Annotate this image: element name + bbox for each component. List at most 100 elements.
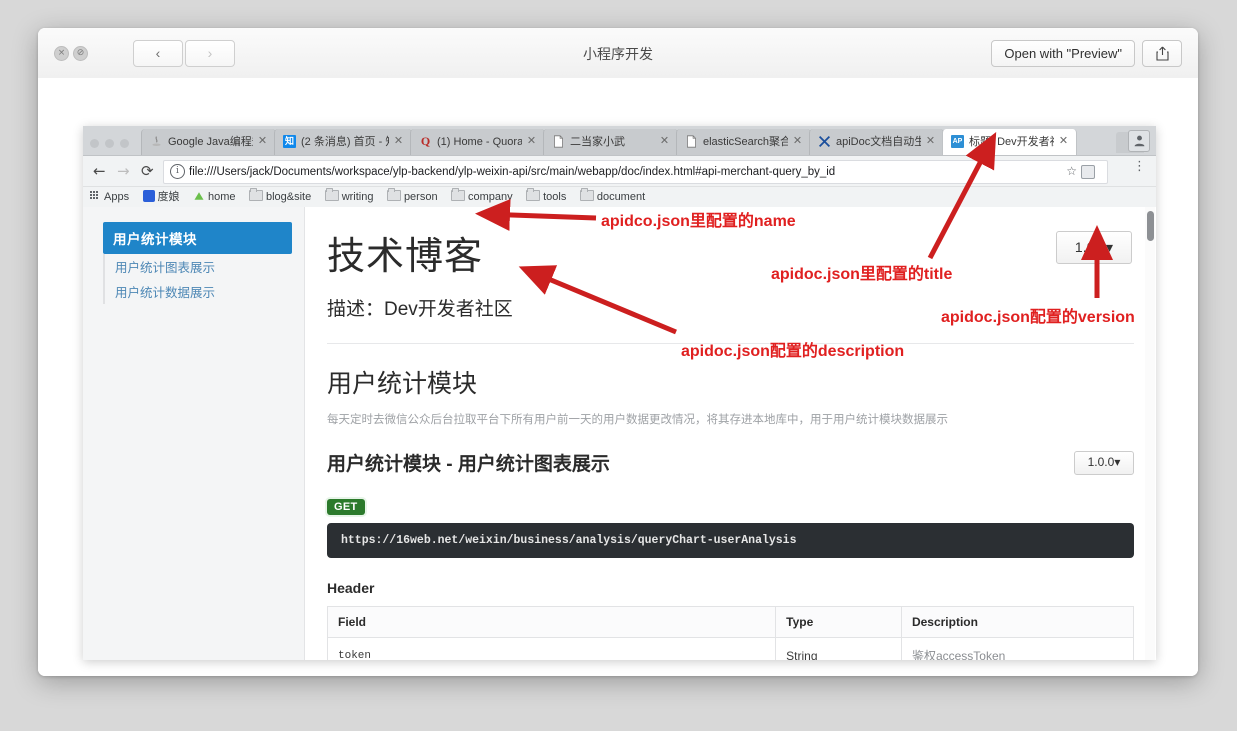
cell-field: token — [326, 637, 777, 660]
table-header-row: Field Type Description — [326, 606, 1135, 639]
home-icon — [194, 192, 204, 200]
tab-close-icon[interactable]: ✕ — [525, 134, 538, 147]
back-icon[interactable]: ← — [93, 162, 106, 180]
bookmark-label: document — [596, 191, 646, 203]
column-field: Field — [326, 606, 777, 639]
page-title: 技术博客 — [327, 236, 484, 278]
bookmark-label: Apps — [104, 191, 130, 203]
bookmark-star-icon[interactable]: ☆ — [1066, 164, 1077, 178]
bookmark-tools[interactable]: tools — [526, 187, 566, 207]
reload-icon[interactable]: ⟳ — [141, 162, 154, 180]
section-title: 用户统计模块 — [327, 370, 478, 398]
address-bar[interactable]: i file:///Users/jack/Documents/workspace… — [163, 160, 1108, 184]
apidoc-page: 用户统计模块 用户统计图表展示 用户统计数据展示 1.0.0▾ 技术博客 描述：… — [83, 207, 1156, 660]
bookmark-label: company — [468, 191, 513, 203]
bookmark-document[interactable]: document — [579, 187, 646, 207]
bookmark-company[interactable]: company — [451, 187, 513, 207]
section-description: 每天定时去微信公众后台拉取平台下所有用户前一天的用户数据更改情况，将其存进本地库… — [327, 414, 948, 426]
tab-close-icon[interactable]: ✕ — [658, 134, 671, 147]
browser-tab-1[interactable]: 知 (2 条消息) 首页 - 知 ✕ — [274, 129, 412, 155]
cell-type: String — [775, 637, 902, 660]
share-icon — [1155, 46, 1169, 61]
tab-label: 标题: Dev开发者社 — [969, 136, 1054, 148]
bookmark-label: home — [207, 191, 236, 203]
bookmark-home[interactable]: home — [193, 187, 236, 207]
folder-icon — [386, 188, 401, 201]
browser-tab-5[interactable]: apiDoc文档自动生 ✕ — [809, 129, 944, 155]
apps-grid-icon — [90, 191, 101, 202]
bookmark-label: person — [403, 191, 438, 203]
bookmark-label: writing — [341, 191, 374, 203]
bookmark-writing[interactable]: writing — [324, 187, 374, 207]
java-icon — [152, 136, 161, 147]
tab-close-icon[interactable]: ✕ — [392, 134, 405, 147]
window-titlebar: × ⊘ ‹ › 小程序开发 Open with "Preview" — [38, 28, 1198, 79]
doc-content: 1.0.0▾ 技术博客 描述：Dev开发者社区 用户统计模块 每天定时去微信公众… — [305, 207, 1156, 660]
open-with-preview-button[interactable]: Open with "Preview" — [991, 40, 1135, 67]
tab-close-icon[interactable]: ✕ — [924, 134, 937, 147]
tab-label: elasticSearch聚合 — [703, 136, 788, 148]
folder-icon — [526, 188, 541, 201]
header-params-table: Field Type Description token String 鉴权ac… — [326, 606, 1135, 660]
chevron-down-icon: ▾ — [1114, 455, 1121, 470]
page-description: 描述：Dev开发者社区 — [327, 299, 513, 320]
tab-close-icon[interactable]: ✕ — [791, 134, 804, 147]
folder-icon — [324, 188, 339, 201]
person-glyph-icon — [1134, 135, 1144, 147]
chrome-browser-screenshot: Google Java编程规 ✕ 知 (2 条消息) 首页 - 知 ✕ Q (1… — [83, 126, 1156, 660]
browser-tab-4[interactable]: elasticSearch聚合 ✕ — [676, 129, 811, 155]
bookmark-label: blog&site — [265, 191, 312, 203]
tab-close-icon[interactable]: ✕ — [256, 134, 269, 147]
tab-label: 二当家小武 — [570, 136, 625, 148]
header-section-label: Header — [327, 580, 375, 597]
url-text: file:///Users/jack/Documents/workspace/y… — [189, 166, 836, 178]
folder-icon — [451, 188, 466, 201]
browser-tab-0[interactable]: Google Java编程规 ✕ — [141, 129, 276, 155]
table-row: token String 鉴权accessToken — [326, 637, 1135, 660]
column-description: Description — [900, 606, 1135, 639]
bookmarks-bar: Apps 度娘 home blog&site writing person co… — [83, 187, 1156, 208]
sidebar-item-data-display[interactable]: 用户统计数据展示 — [103, 279, 292, 304]
version-dropdown-api[interactable]: 1.0.0▾ — [1074, 451, 1134, 476]
browser-tab-2[interactable]: Q (1) Home - Quora ✕ — [410, 129, 545, 155]
sidebar-item-chart-display[interactable]: 用户统计图表展示 — [103, 254, 292, 279]
bookmark-apps[interactable]: Apps — [90, 187, 129, 207]
tab-close-icon[interactable]: ✕ — [1057, 134, 1070, 147]
zhihu-icon: 知 — [283, 135, 296, 148]
tab-label: (2 条消息) 首页 - 知 — [301, 136, 389, 148]
share-button[interactable] — [1142, 40, 1182, 67]
profile-icon[interactable] — [1128, 130, 1150, 152]
sidebar-item-user-stats-module[interactable]: 用户统计模块 — [103, 222, 292, 254]
site-info-icon[interactable]: i — [170, 164, 185, 179]
cell-description: 鉴权accessToken — [900, 637, 1135, 660]
api-header-row: 用户统计模块 - 用户统计图表展示 1.0.0▾ — [327, 451, 1134, 479]
doc-sidebar: 用户统计模块 用户统计图表展示 用户统计数据展示 — [83, 207, 305, 660]
bookmark-blog-site[interactable]: blog&site — [248, 187, 312, 207]
bookmark-person[interactable]: person — [386, 187, 438, 207]
extension-icon[interactable] — [1081, 165, 1095, 179]
tab-label: apiDoc文档自动生 — [836, 136, 921, 148]
folder-icon — [248, 188, 263, 201]
browser-tab-3[interactable]: 二当家小武 ✕ — [543, 129, 678, 155]
browser-toolbar: ← → ⟳ i file:///Users/jack/Documents/wor… — [83, 156, 1156, 187]
folder-icon — [579, 188, 594, 201]
page-icon — [687, 135, 696, 148]
preview-content-area: Google Java编程规 ✕ 知 (2 条消息) 首页 - 知 ✕ Q (1… — [38, 78, 1198, 676]
column-type: Type — [775, 606, 902, 639]
page-scrollbar-track[interactable] — [1145, 207, 1155, 660]
chrome-menu-icon[interactable]: ⋮ — [1133, 160, 1146, 173]
endpoint-url: https://16web.net/weixin/business/analys… — [327, 523, 1134, 559]
browser-tab-6-active[interactable]: AP 标题: Dev开发者社 ✕ — [942, 129, 1077, 155]
quora-icon: Q — [420, 134, 431, 148]
bookmark-label: 度娘 — [157, 191, 180, 203]
apidoc-icon — [818, 135, 831, 148]
baidu-icon — [142, 190, 155, 202]
browser-window-controls[interactable] — [90, 135, 135, 153]
browser-tabstrip: Google Java编程规 ✕ 知 (2 条消息) 首页 - 知 ✕ Q (1… — [83, 126, 1156, 156]
page-icon — [554, 135, 563, 148]
page-scrollbar-thumb[interactable] — [1147, 211, 1154, 241]
ap-icon: AP — [951, 135, 964, 148]
forward-icon[interactable]: → — [117, 162, 130, 180]
bookmark-baidu[interactable]: 度娘 — [142, 187, 180, 207]
http-method-badge: GET — [327, 499, 365, 516]
